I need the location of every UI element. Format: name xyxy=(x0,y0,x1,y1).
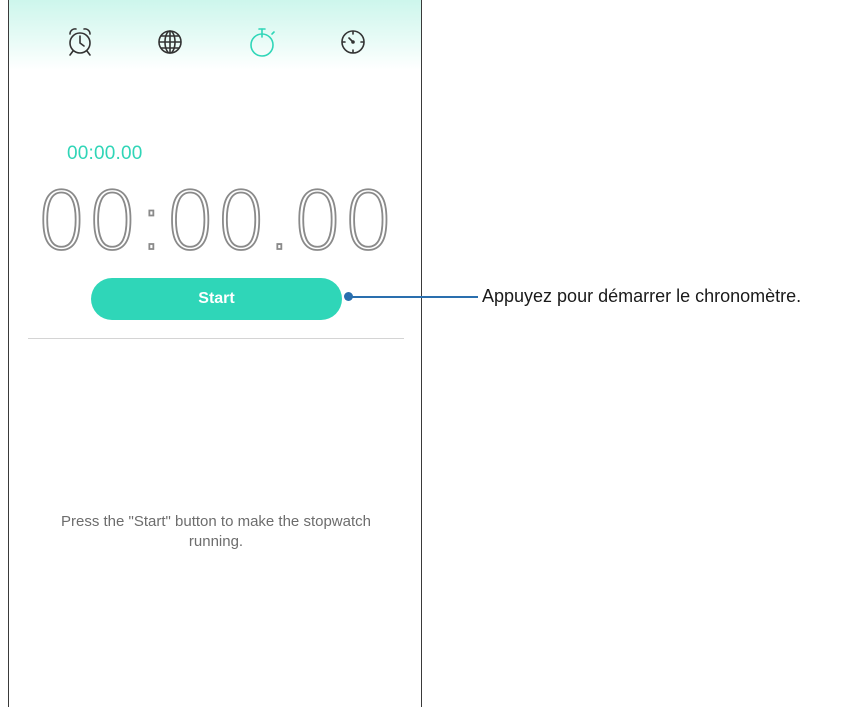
lap-time: 00:00.00 xyxy=(67,143,143,164)
page: 00:00.00 00:00.00 Start Press the "Start… xyxy=(0,0,841,707)
tab-stopwatch[interactable] xyxy=(242,22,282,62)
callout-line xyxy=(350,296,478,298)
tab-world-clock[interactable] xyxy=(150,22,190,62)
timer-icon xyxy=(341,30,365,54)
tab-alarm[interactable] xyxy=(60,22,100,62)
callout-text: Appuyez pour démarrer le chronomètre. xyxy=(482,286,802,306)
phone-screen: 00:00.00 00:00.00 Start Press the "Start… xyxy=(8,0,422,707)
globe-icon xyxy=(158,30,182,54)
stopwatch-time: 00:00.00 xyxy=(35,174,395,269)
alarm-clock-icon xyxy=(69,28,91,56)
start-button[interactable]: Start xyxy=(91,278,342,320)
tab-bar xyxy=(9,0,421,70)
empty-state-hint: Press the "Start" button to make the sto… xyxy=(61,513,371,550)
stopwatch-icon xyxy=(250,28,275,57)
tab-timer[interactable] xyxy=(333,22,373,62)
divider xyxy=(28,338,404,339)
